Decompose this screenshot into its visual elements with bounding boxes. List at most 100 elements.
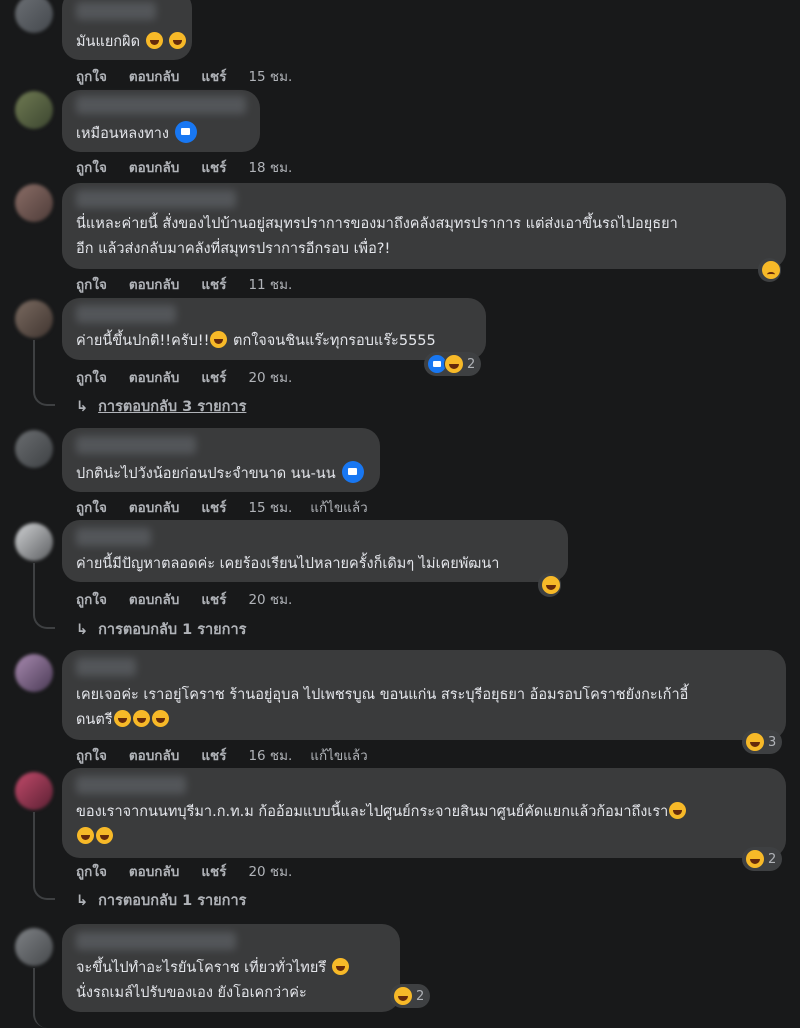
commenter-name[interactable] [76,305,176,323]
timestamp[interactable]: 18 ชม. [248,160,292,176]
reaction-summary[interactable] [758,258,781,282]
reaction-count: 2 [768,851,777,867]
laugh-emoji-icon [132,710,150,727]
commenter-name[interactable] [76,932,236,950]
share-link[interactable]: แชร์ [201,370,226,386]
reaction-summary[interactable]: 2 [742,847,783,871]
like-link[interactable]: ถูกใจ [76,864,107,880]
reply-link[interactable]: ตอบกลับ [129,500,179,516]
commenter-name[interactable] [76,96,246,114]
avatar[interactable] [15,523,53,561]
laugh-emoji-icon [331,958,349,975]
timestamp[interactable]: 20 ชม. [248,370,292,386]
like-link[interactable]: ถูกใจ [76,160,107,176]
avatar[interactable] [15,0,53,33]
reply-arrow-icon: ↳ [76,893,89,909]
laugh-reaction-icon [444,354,464,374]
avatar[interactable] [15,928,53,966]
share-link[interactable]: แชร์ [201,160,226,176]
laugh-reaction-icon [745,849,765,869]
share-link[interactable]: แชร์ [201,277,226,293]
share-link[interactable]: แชร์ [201,500,226,516]
reply-thread-line [33,563,55,629]
comment-actions: ถูกใจ ตอบกลับ แชร์ 11 ชม. [76,273,310,295]
grin-emoji-icon [96,827,113,844]
timestamp[interactable]: 11 ชม. [248,277,292,293]
comment-actions: ถูกใจ ตอบกลับ แชร์ 15 ชม. [76,65,310,87]
commenter-name[interactable] [76,2,156,20]
comment-actions: ถูกใจ ตอบกลับ แชร์ 15 ชม. แก้ไขแล้ว [76,496,390,518]
reply-link[interactable]: ตอบกลับ [129,748,179,764]
comment-text: ปกติน่ะไปวังน้อยก่อนประจำขนาด นน-นน [76,461,364,487]
grin-emoji-icon [669,802,687,819]
timestamp[interactable]: 15 ชม. [248,500,292,516]
reply-link[interactable]: ตอบกลับ [129,864,179,880]
edited-label: แก้ไขแล้ว [310,748,368,764]
like-link[interactable]: ถูกใจ [76,277,107,293]
like-reaction-icon[interactable] [341,461,364,483]
laugh-emoji-icon [151,710,169,727]
comment-text: เหมือนหลงทาง [76,121,197,147]
avatar[interactable] [15,91,53,129]
commenter-name[interactable] [76,436,196,454]
reaction-summary[interactable] [538,573,561,597]
timestamp[interactable]: 15 ชม. [248,69,292,85]
emoji-icon [169,32,187,49]
share-link[interactable]: แชร์ [201,864,226,880]
laugh-reaction-icon [745,732,765,752]
timestamp[interactable]: 16 ชม. [248,748,292,764]
edited-label: แก้ไขแล้ว [310,500,368,516]
like-reaction-icon[interactable] [175,121,197,143]
timestamp[interactable]: 20 ชม. [248,864,292,880]
reaction-summary[interactable]: 3 [742,730,783,754]
reply-link[interactable]: ตอบกลับ [129,592,179,608]
laugh-reaction-icon [393,986,413,1006]
reply-link[interactable]: ตอบกลับ [129,160,179,176]
avatar[interactable] [15,654,53,692]
avatar[interactable] [15,300,53,338]
view-replies-link[interactable]: ↳ การตอบกลับ 1 รายการ [76,618,246,641]
avatar[interactable] [15,772,53,810]
like-link[interactable]: ถูกใจ [76,69,107,85]
emoji-icon [145,32,163,49]
commenter-name[interactable] [76,528,151,546]
timestamp[interactable]: 20 ชม. [248,592,292,608]
view-replies-link[interactable]: ↳ การตอบกลับ 1 รายการ [76,889,246,912]
comment-actions: ถูกใจ ตอบกลับ แชร์ 20 ชม. [76,588,310,610]
comment-text: เคยเจอค่ะ เราอยู่โคราช ร้านอยู่อุบล ไปเพ… [76,687,689,728]
reaction-count: 3 [768,734,777,750]
reply-link[interactable]: ตอบกลับ [129,277,179,293]
reaction-count: 2 [467,356,476,372]
view-replies-link[interactable]: ↳ การตอบกลับ 3 รายการ [76,395,246,418]
like-link[interactable]: ถูกใจ [76,500,107,516]
comment-text: นี่แหละค่ายนี้ สั่งของไปบ้านอยู่สมุทรปรา… [76,216,678,257]
reply-arrow-icon: ↳ [76,622,89,638]
share-link[interactable]: แชร์ [201,748,226,764]
reply-thread-line [33,968,55,1028]
reaction-count: 2 [416,988,425,1004]
sad-reaction-icon [761,260,781,280]
avatar[interactable] [15,430,53,468]
like-link[interactable]: ถูกใจ [76,592,107,608]
comment-actions: ถูกใจ ตอบกลับ แชร์ 16 ชม. แก้ไขแล้ว [76,744,390,766]
comment-text: มันแยกผิด [76,30,187,55]
share-link[interactable]: แชร์ [201,592,226,608]
reply-arrow-icon: ↳ [76,399,89,415]
comment-actions: ถูกใจ ตอบกลับ แชร์ 20 ชม. [76,366,310,388]
comment-actions: ถูกใจ ตอบกลับ แชร์ 18 ชม. [76,156,310,178]
avatar[interactable] [15,184,53,222]
like-link[interactable]: ถูกใจ [76,748,107,764]
comment-text: ค่ายนี้มีปัญหาตลอดค่ะ เคยร้องเรียนไปหลาย… [76,556,500,572]
reply-thread-line [33,340,55,406]
reaction-summary[interactable]: 2 [424,352,482,376]
comment-text: ค่ายนี้ขึ้นปกติ!!ครับ!! ตกใจจนชินแร๊ะทุก… [76,331,436,349]
commenter-name[interactable] [76,776,186,794]
comment-text: จะขึ้นไปทำอะไรยันโคราช เที่ยวทั่วไทยรึ น… [76,956,350,1006]
reaction-summary[interactable]: 2 [390,984,431,1008]
commenter-name[interactable] [76,190,236,208]
like-link[interactable]: ถูกใจ [76,370,107,386]
reply-link[interactable]: ตอบกลับ [129,370,179,386]
share-link[interactable]: แชร์ [201,69,226,85]
commenter-name[interactable] [76,658,136,676]
reply-link[interactable]: ตอบกลับ [129,69,179,85]
